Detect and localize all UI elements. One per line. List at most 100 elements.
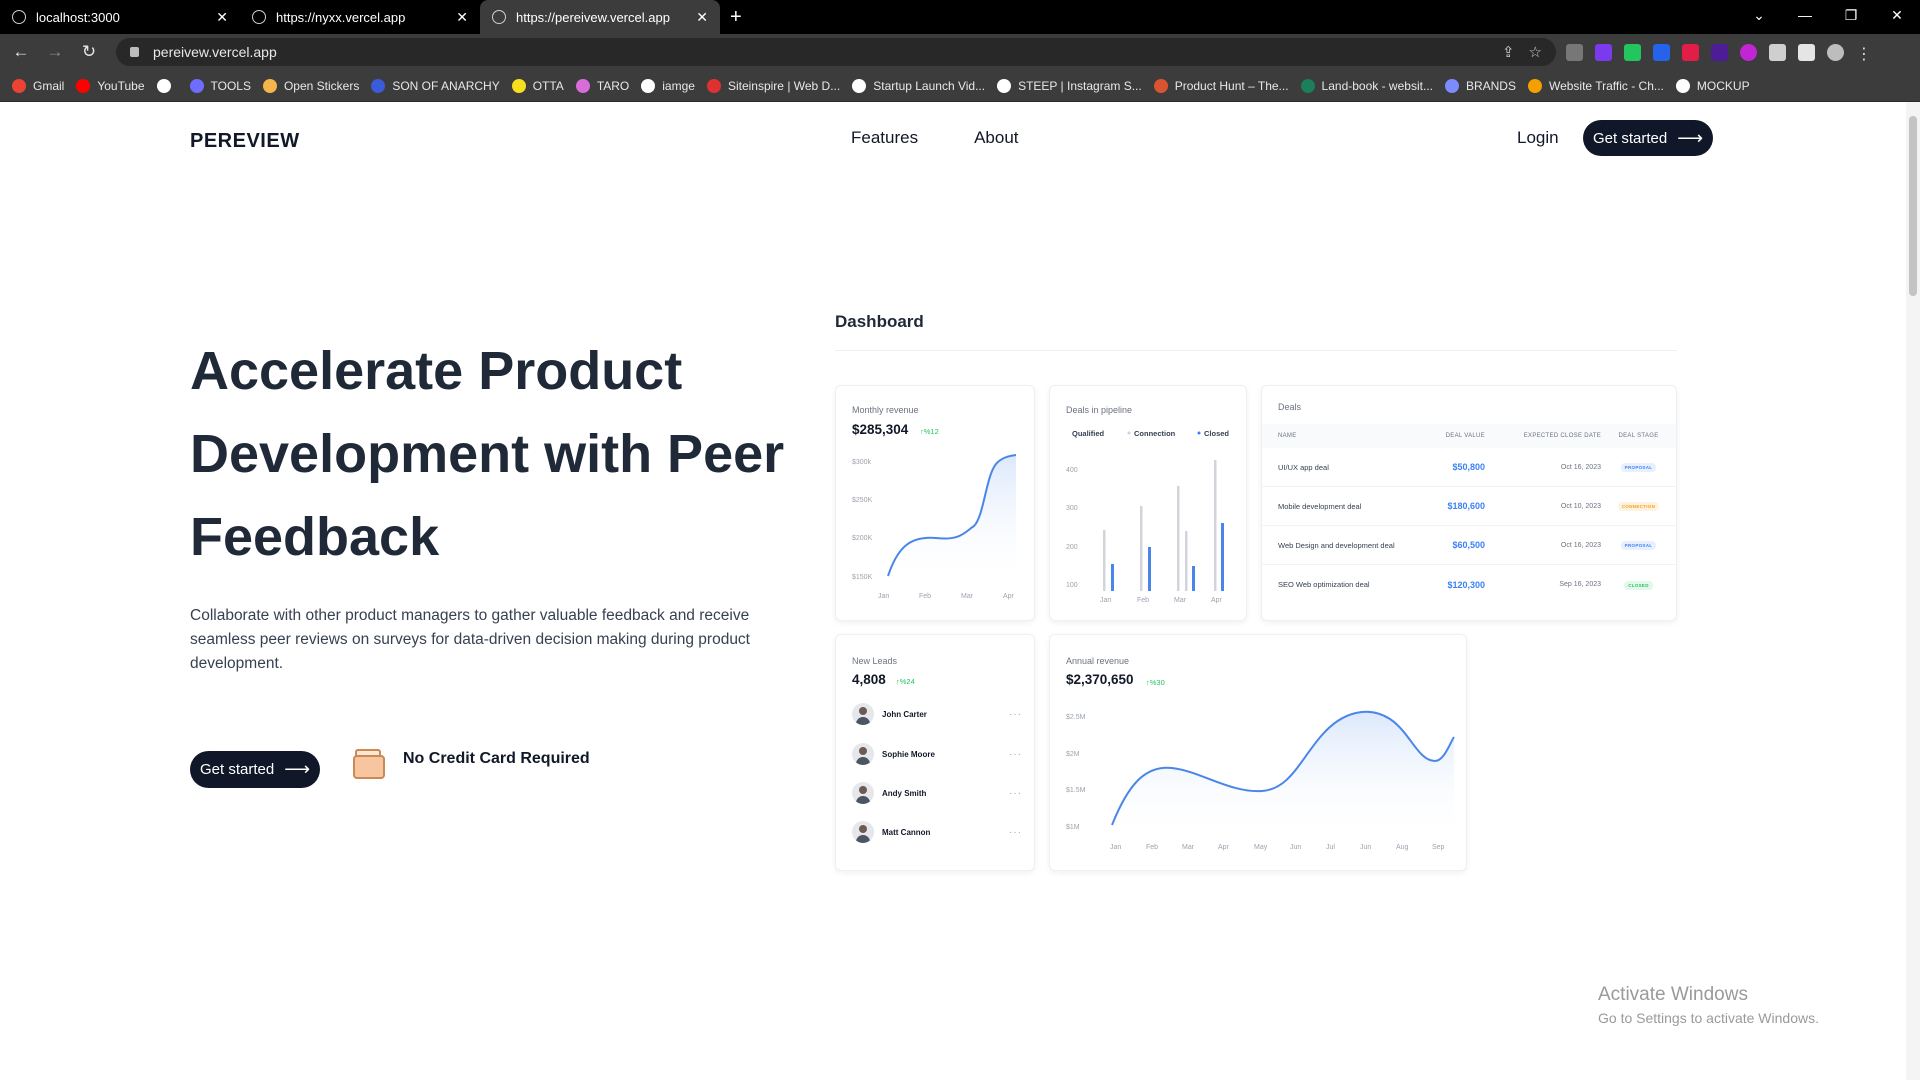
bookmark-star-icon[interactable]: ☆ <box>1529 43 1542 61</box>
bookmark-favicon-icon <box>511 78 526 93</box>
x-tick: Apr <box>1211 597 1223 604</box>
bookmark-item[interactable]: OTTA <box>511 78 564 93</box>
extension-icon[interactable] <box>1682 43 1699 61</box>
side-panel-icon[interactable] <box>1798 43 1815 61</box>
lead-name: Sophie Moore <box>882 749 935 759</box>
bar-qualified <box>1214 460 1217 591</box>
bookmark-item[interactable]: TARO <box>575 78 629 93</box>
x-tick: Feb <box>1137 597 1149 604</box>
no-credit-card-note: No Credit Card Required <box>403 750 590 767</box>
nav-link-about[interactable]: About <box>974 128 1018 148</box>
back-icon[interactable]: ← <box>8 42 34 62</box>
bookmark-favicon-icon <box>641 78 656 93</box>
bar-closed <box>1148 547 1151 591</box>
bookmark-item[interactable]: STEEP | Instagram S... <box>997 78 1142 93</box>
bookmark-item[interactable]: YouTube <box>76 78 145 93</box>
globe-icon <box>252 10 266 24</box>
extension-icon[interactable] <box>1653 43 1670 61</box>
profile-avatar-icon[interactable] <box>1827 43 1844 61</box>
bar-qualified <box>1140 506 1143 591</box>
y-tick: $300k <box>852 459 872 466</box>
x-tick: May <box>1254 844 1268 851</box>
bookmark-item[interactable]: SON OF ANARCHY <box>371 78 500 93</box>
close-tab-icon[interactable]: ✕ <box>696 9 708 26</box>
login-link[interactable]: Login <box>1517 128 1559 148</box>
bookmark-label: Product Hunt – The... <box>1174 78 1289 93</box>
site-logo[interactable]: PEREVIEW <box>190 130 300 153</box>
download-extension-icon[interactable] <box>1595 43 1612 61</box>
bookmark-label: YouTube <box>97 78 145 93</box>
bookmark-item[interactable]: Product Hunt – The... <box>1153 78 1289 93</box>
deal-stage-badge: CONNECTION <box>1617 502 1660 511</box>
restore-icon[interactable]: ❐ <box>1828 7 1874 24</box>
x-tick: Jan <box>878 593 889 600</box>
table-header: NAME DEAL VALUE EXPECTED CLOSE DATE DEAL… <box>1262 424 1676 448</box>
minimize-icon[interactable]: — <box>1782 7 1828 23</box>
dashboard-title: Dashboard <box>835 312 924 331</box>
more-icon: ··· <box>1009 787 1022 799</box>
browser-tab-1[interactable]: localhost:3000 ✕ <box>0 0 240 34</box>
lead-name: John Carter <box>882 709 927 719</box>
column-header: NAME <box>1278 433 1297 439</box>
bar-connection <box>1185 531 1188 591</box>
deal-stage-badge: PROPOSAL <box>1620 463 1657 472</box>
reload-icon[interactable]: ↻ <box>76 42 102 62</box>
x-tick: Jun <box>1290 844 1301 851</box>
close-tab-icon[interactable]: ✕ <box>456 9 468 26</box>
bookmark-favicon-icon <box>189 78 204 93</box>
bookmark-item[interactable]: TOOLS <box>189 78 251 93</box>
share-icon[interactable]: ⇪ <box>1502 43 1515 61</box>
extension-icon[interactable] <box>1624 43 1641 61</box>
bookmark-item[interactable]: Open Stickers <box>262 78 359 93</box>
bookmark-label: Siteinspire | Web D... <box>727 78 841 93</box>
new-tab-icon[interactable]: + <box>730 0 742 34</box>
nav-get-started-button[interactable]: Get started ⟶ <box>1583 120 1713 156</box>
bookmark-item[interactable]: BRANDS <box>1444 78 1516 93</box>
menu-kebab-icon[interactable]: ⋮ <box>1856 44 1872 63</box>
deal-value: $120,300 <box>1447 579 1485 590</box>
page-scrollbar[interactable] <box>1906 102 1920 1080</box>
extension-icon[interactable] <box>1711 43 1728 61</box>
extension-icon[interactable] <box>1740 43 1757 61</box>
bookmark-item[interactable] <box>156 78 178 93</box>
extension-icon[interactable] <box>1566 43 1583 61</box>
browser-tab-2[interactable]: https://nyxx.vercel.app ✕ <box>240 0 480 34</box>
puzzle-icon[interactable] <box>1769 43 1786 61</box>
more-icon: ··· <box>1009 826 1022 838</box>
tab-search-icon[interactable]: ⌄ <box>1736 7 1782 24</box>
deal-name: Mobile development deal <box>1278 501 1362 511</box>
bookmark-item[interactable]: Gmail <box>12 78 64 93</box>
tab-title: https://nyxx.vercel.app <box>276 9 406 25</box>
bookmark-item[interactable]: iamge <box>641 78 695 93</box>
bookmark-item[interactable]: Siteinspire | Web D... <box>706 78 841 93</box>
lock-icon <box>130 47 139 57</box>
browser-toolbar: ← → ↻ pereivew.vercel.app ⇪ ☆ ⋮ <box>0 34 1920 70</box>
close-tab-icon[interactable]: ✕ <box>216 9 228 26</box>
more-icon: ··· <box>1009 748 1022 760</box>
x-tick: Apr <box>1003 593 1015 600</box>
nav-link-features[interactable]: Features <box>851 128 918 148</box>
close-window-icon[interactable]: ✕ <box>1874 7 1920 24</box>
deal-name: SEO Web optimization deal <box>1278 580 1370 589</box>
scrollbar-thumb[interactable] <box>1909 116 1917 296</box>
browser-tab-3[interactable]: https://pereivew.vercel.app ✕ <box>480 0 720 34</box>
bookmark-item[interactable]: Startup Launch Vid... <box>852 78 985 93</box>
x-tick: Aug <box>1396 844 1409 851</box>
tab-title: https://pereivew.vercel.app <box>516 9 670 25</box>
hero-get-started-button[interactable]: Get started ⟶ <box>190 751 320 788</box>
y-tick: 300 <box>1066 505 1078 512</box>
y-tick: $2M <box>1066 751 1080 758</box>
bookmark-item[interactable]: Website Traffic - Ch... <box>1527 78 1664 93</box>
bookmark-favicon-icon <box>156 78 171 93</box>
button-label: Get started <box>199 761 275 778</box>
column-header: DEAL VALUE <box>1445 433 1485 439</box>
deals-pipeline-card: Deals in pipeline Qualified Connection C… <box>1049 385 1247 621</box>
address-bar[interactable]: pereivew.vercel.app ⇪ ☆ <box>116 38 1556 66</box>
bookmark-item[interactable]: MOCKUP <box>1675 78 1750 93</box>
forward-icon[interactable]: → <box>42 42 68 62</box>
x-tick: Jul <box>1326 844 1335 851</box>
bookmark-item[interactable]: Land-book - websit... <box>1300 78 1433 93</box>
area-fill <box>888 455 1016 586</box>
list-item: Andy Smith ··· <box>852 782 1022 804</box>
bookmark-favicon-icon <box>575 78 590 93</box>
